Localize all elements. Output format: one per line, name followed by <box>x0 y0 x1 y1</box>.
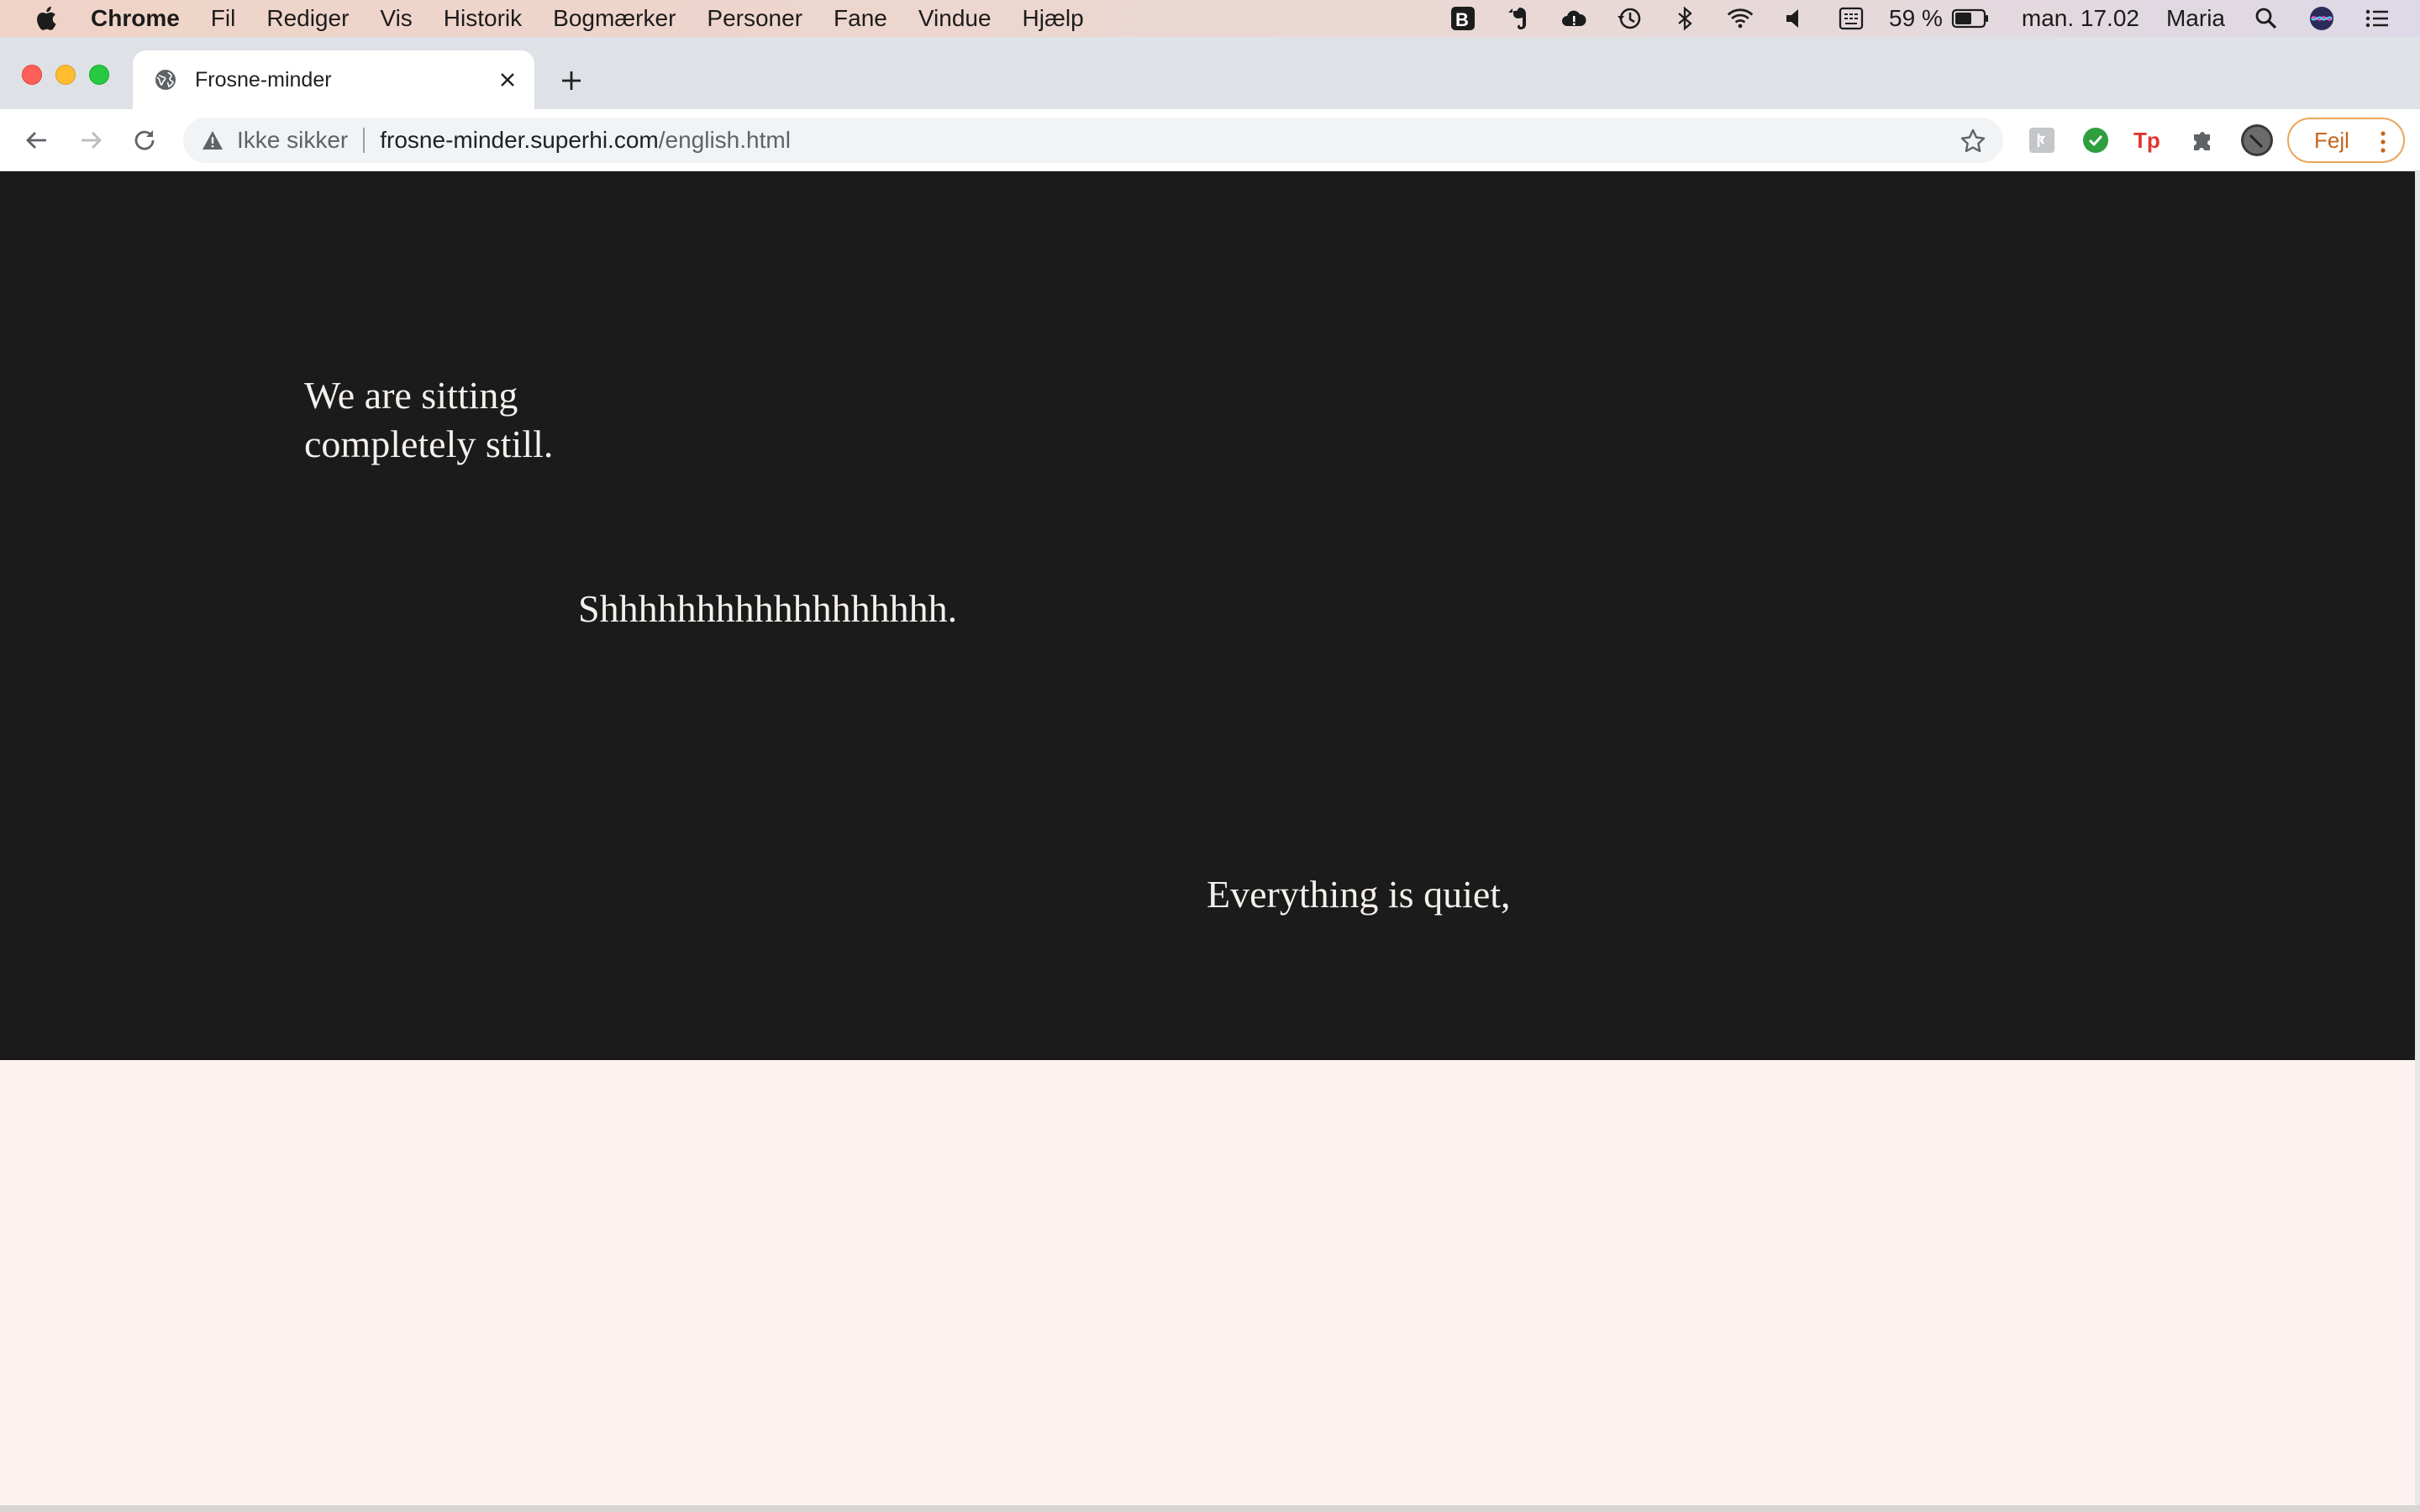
wifi-icon[interactable] <box>1726 4 1754 33</box>
extension-tp-icon[interactable]: Tp <box>2133 123 2166 157</box>
back-icon[interactable] <box>20 123 54 157</box>
menu-hjaelp[interactable]: Hjælp <box>1023 5 1084 32</box>
profile-error-label: Fejl <box>2314 127 2349 153</box>
battery-percentage: 59 % <box>1889 5 1943 31</box>
menubar-status-area: B 59 % man. 17.02 Maria <box>1422 0 2420 37</box>
poem-line-1: We are sitting completely still. <box>304 371 553 469</box>
browser-toolbar: Ikke sikker frosne-minder.superhi.com /e… <box>0 109 2420 171</box>
icloud-icon[interactable] <box>1560 4 1588 33</box>
menu-bogmaerker[interactable]: Bogmærker <box>553 5 676 32</box>
window-right-edge <box>2415 171 2420 1512</box>
menu-vis[interactable]: Vis <box>380 5 412 32</box>
volume-icon[interactable] <box>1781 4 1810 33</box>
poem-line-2: Shhhhhhhhhhhhhhhhhh. <box>578 587 958 630</box>
extension-check-icon[interactable] <box>2079 123 2112 157</box>
tab-close-icon[interactable] <box>496 68 519 92</box>
menu-app-chrome[interactable]: Chrome <box>91 5 180 32</box>
siri-icon[interactable] <box>2307 4 2336 33</box>
spotlight-icon[interactable] <box>2252 4 2281 33</box>
window-minimize-button[interactable] <box>55 65 76 85</box>
bluetooth-icon[interactable] <box>1670 4 1699 33</box>
evernote-icon[interactable] <box>1504 4 1533 33</box>
page-dark-section: We are sitting completely still. Shhhhhh… <box>0 171 2415 1060</box>
extension-grey-icon[interactable] <box>2025 123 2059 157</box>
poem-line-1a: We are sitting <box>304 374 518 417</box>
globe-icon <box>155 70 176 90</box>
svg-text:B: B <box>1455 9 1469 30</box>
window-zoom-button[interactable] <box>89 65 109 85</box>
poem-line-3: Everything is quiet, <box>1207 873 1511 916</box>
bookmark-star-icon[interactable] <box>1960 128 1986 155</box>
menu-historik[interactable]: Historik <box>444 5 522 32</box>
extensions-puzzle-icon[interactable] <box>2186 123 2220 157</box>
tab-strip: Frosne-minder <box>0 37 2420 109</box>
battery-icon[interactable] <box>1951 4 1990 33</box>
forward-icon[interactable] <box>74 123 108 157</box>
profile-avatar-icon[interactable] <box>2240 123 2274 157</box>
menu-fane[interactable]: Fane <box>834 5 887 32</box>
page-light-section <box>0 1060 2415 1505</box>
poem-line-1b: completely still. <box>304 423 554 465</box>
more-vert-icon[interactable] <box>2380 130 2386 154</box>
keyboard-icon[interactable] <box>1837 4 1865 33</box>
notification-center-icon[interactable] <box>2363 4 2391 33</box>
macos-menubar: Chrome Fil Rediger Vis Historik Bogmærke… <box>0 0 2420 37</box>
reload-icon[interactable] <box>128 123 161 157</box>
warning-icon[interactable] <box>200 128 225 153</box>
security-status-label[interactable]: Ikke sikker <box>237 127 348 154</box>
new-tab-icon[interactable] <box>556 66 587 96</box>
menu-personer[interactable]: Personer <box>707 5 802 32</box>
window-bottom-edge <box>0 1505 2420 1512</box>
apple-icon[interactable] <box>32 3 62 34</box>
menubar-clock[interactable]: man. 17.02 <box>2022 5 2139 32</box>
window-close-button[interactable] <box>22 65 42 85</box>
omnibox-separator <box>363 128 366 153</box>
menu-vindue[interactable]: Vindue <box>918 5 992 32</box>
time-machine-icon[interactable] <box>1615 4 1644 33</box>
tab-title: Frosne-minder <box>195 67 332 92</box>
svg-text:Tp: Tp <box>2133 128 2160 153</box>
menu-rediger[interactable]: Rediger <box>266 5 349 32</box>
profile-error-button[interactable]: Fejl <box>2287 118 2405 163</box>
tab-frosne-minder[interactable]: Frosne-minder <box>133 50 534 109</box>
menubar-user[interactable]: Maria <box>2166 5 2225 32</box>
address-bar[interactable]: Ikke sikker frosne-minder.superhi.com /e… <box>183 118 2003 163</box>
menu-fil[interactable]: Fil <box>211 5 236 32</box>
url-host: frosne-minder.superhi.com <box>380 127 659 153</box>
url-path: /english.html <box>658 127 791 153</box>
bear-icon[interactable]: B <box>1449 4 1477 33</box>
